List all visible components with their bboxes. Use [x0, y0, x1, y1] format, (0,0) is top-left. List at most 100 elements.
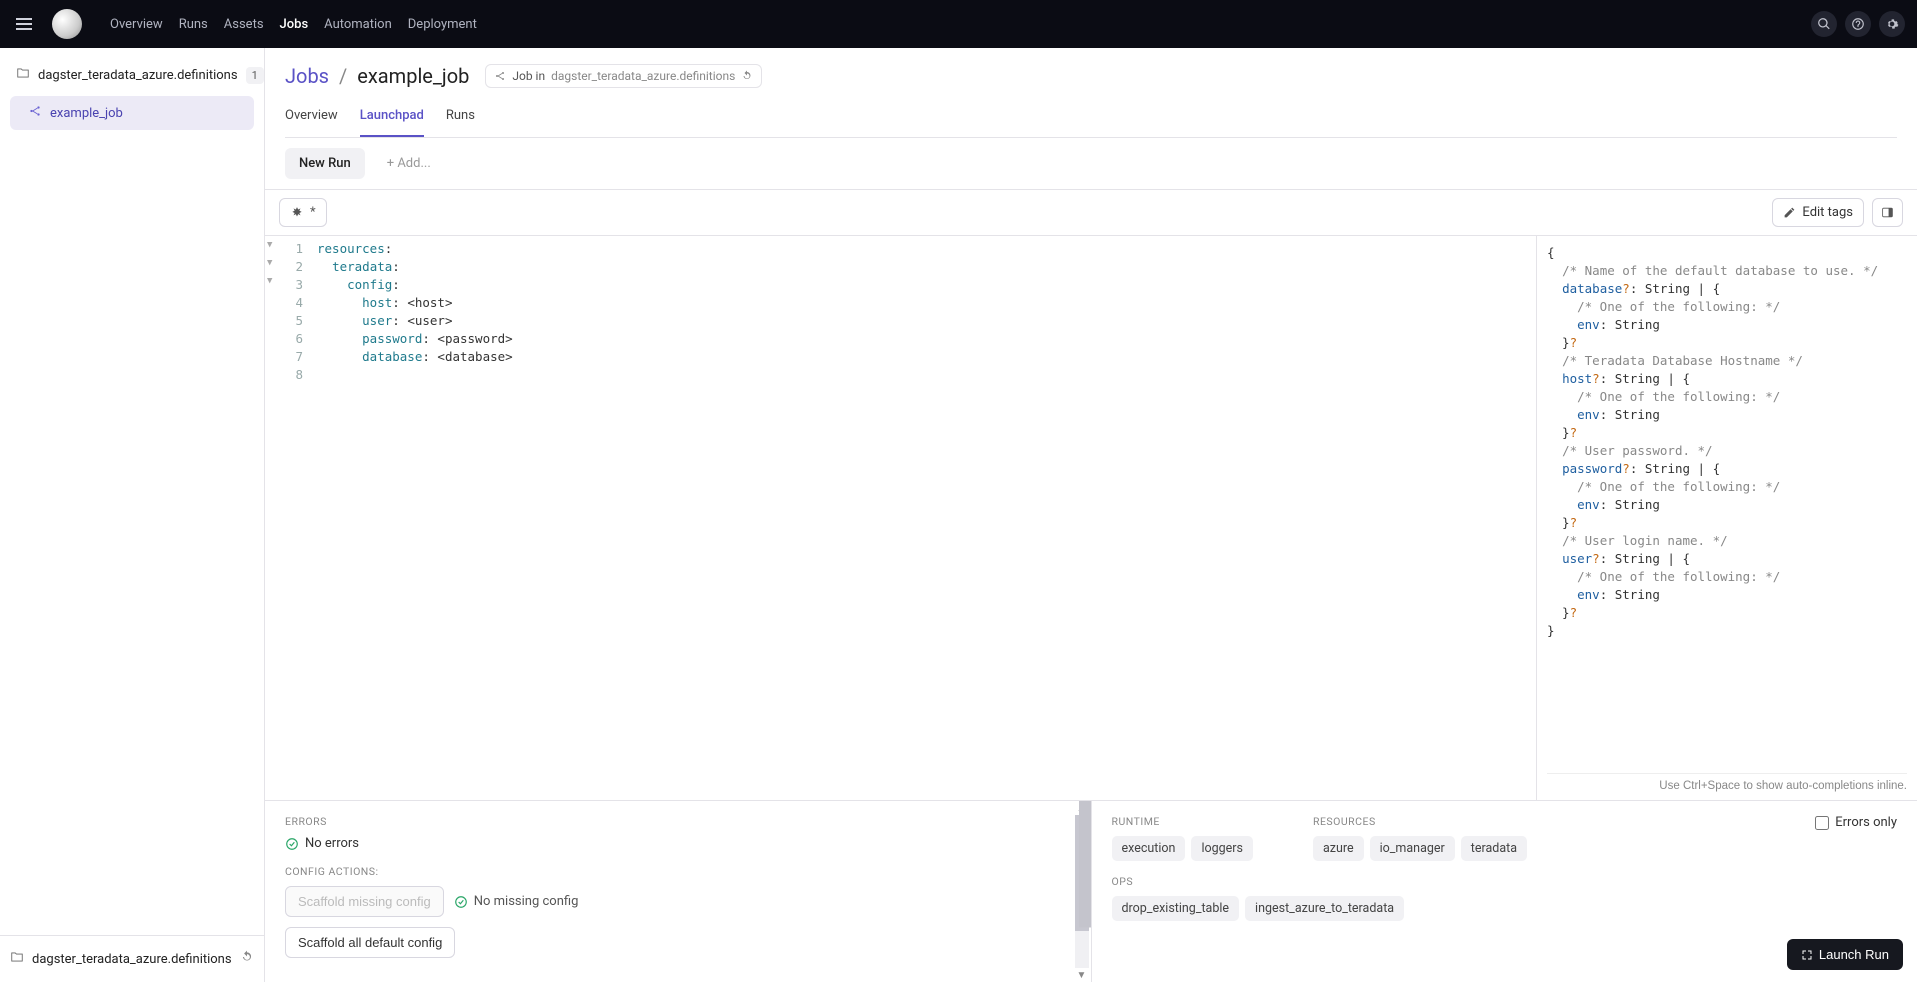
scroll-down-icon[interactable]: ▼ [1075, 968, 1089, 982]
no-missing-text: No missing config [474, 894, 579, 909]
tag-io-manager[interactable]: io_manager [1370, 836, 1455, 861]
help-icon[interactable] [1845, 11, 1871, 37]
refresh-icon [741, 70, 753, 82]
check-circle-icon [454, 895, 468, 909]
edit-tags-button[interactable]: Edit tags [1772, 198, 1864, 227]
config-dropdown[interactable]: * [279, 198, 327, 227]
subtab-new-run[interactable]: New Run [285, 148, 365, 179]
page-header: Jobs / example_job Job in dagster_terada… [265, 48, 1917, 138]
panel-toggle-button[interactable] [1872, 198, 1903, 227]
breadcrumb: Jobs / example_job Job in dagster_terada… [285, 64, 1897, 88]
top-nav: Overview Runs Assets Jobs Automation Dep… [110, 13, 477, 36]
folder-icon [16, 66, 30, 84]
header-right [1811, 11, 1905, 37]
job-location-pill[interactable]: Job in dagster_teradata_azure.definition… [485, 64, 762, 88]
refresh-icon[interactable] [240, 950, 254, 968]
runtime-col: RUNTIME execution loggers [1112, 815, 1253, 875]
app-header: Overview Runs Assets Jobs Automation Dep… [0, 0, 1917, 48]
resources-col: RESOURCES azure io_manager teradata [1313, 815, 1527, 875]
content: Jobs / example_job Job in dagster_terada… [265, 48, 1917, 982]
scaffold-missing-button: Scaffold missing config [285, 886, 444, 917]
panel-scrollbar[interactable]: ▲ ▼ [1075, 801, 1089, 982]
sidebar-footer[interactable]: dagster_teradata_azure.definitions [0, 935, 264, 982]
no-errors-text: No errors [305, 836, 359, 851]
menu-icon[interactable] [12, 12, 36, 36]
sidebar-job[interactable]: example_job [10, 96, 254, 130]
nav-runs[interactable]: Runs [179, 13, 208, 36]
sidebar-job-name: example_job [50, 106, 123, 121]
ops-label: OPS [1112, 875, 1898, 888]
nav-jobs[interactable]: Jobs [280, 13, 309, 36]
footer-folder-name: dagster_teradata_azure.definitions [32, 952, 232, 967]
config-star: * [310, 205, 316, 220]
job-icon [28, 104, 42, 122]
check-circle-icon [285, 837, 299, 851]
launch-label: Launch Run [1819, 947, 1889, 962]
bottom-panel: ERRORS No errors CONFIG ACTIONS: Scaffol… [265, 801, 1917, 982]
breadcrumb-sep: / [339, 64, 347, 88]
scroll-track[interactable] [1075, 815, 1089, 968]
fold-icon[interactable]: ▼ [267, 240, 272, 250]
errors-only-checkbox[interactable] [1815, 816, 1829, 830]
scroll-thumb[interactable] [1075, 815, 1089, 931]
runtime-panel: Errors only RUNTIME execution loggers RE… [1092, 801, 1917, 982]
logo[interactable] [52, 9, 82, 39]
code-editor[interactable]: ▼ ▼ ▼ 12345678 resources: teradata: conf… [265, 236, 1537, 800]
resource-tags: azure io_manager teradata [1313, 836, 1527, 861]
fold-icon[interactable]: ▼ [267, 276, 272, 286]
nav-overview[interactable]: Overview [110, 13, 163, 36]
errors-panel: ERRORS No errors CONFIG ACTIONS: Scaffol… [265, 801, 1092, 982]
runtime-label: RUNTIME [1112, 815, 1253, 828]
pencil-icon [1783, 206, 1796, 219]
tab-runs[interactable]: Runs [446, 108, 475, 137]
schema-body: { /* Name of the default database to use… [1547, 244, 1907, 773]
tab-overview[interactable]: Overview [285, 108, 338, 137]
tag-execution[interactable]: execution [1112, 836, 1186, 861]
tab-launchpad[interactable]: Launchpad [360, 108, 424, 137]
tag-teradata[interactable]: teradata [1461, 836, 1527, 861]
breadcrumb-current: example_job [357, 64, 469, 88]
sidebar-top: dagster_teradata_azure.definitions 1 exa… [0, 48, 264, 935]
folder-name: dagster_teradata_azure.definitions [38, 68, 238, 83]
config-actions-row2: Scaffold all default config [285, 927, 1071, 958]
search-icon[interactable] [1811, 11, 1837, 37]
scroll-up-icon[interactable]: ▲ [1075, 801, 1089, 815]
schema-pane: { /* Name of the default database to use… [1537, 236, 1917, 800]
job-icon [494, 70, 506, 82]
settings-icon[interactable] [1879, 11, 1905, 37]
ops-tags: drop_existing_table ingest_azure_to_tera… [1112, 896, 1898, 921]
no-missing-hint: No missing config [454, 894, 579, 909]
tag-drop-existing-table[interactable]: drop_existing_table [1112, 896, 1240, 921]
fold-icon[interactable]: ▼ [267, 258, 272, 268]
launch-run-button[interactable]: Launch Run [1787, 939, 1903, 970]
errors-only-label: Errors only [1835, 815, 1897, 830]
errors-only-toggle[interactable]: Errors only [1815, 815, 1897, 830]
run-tabs: New Run + Add... [265, 138, 1917, 190]
burst-icon [290, 206, 304, 220]
page-tabs: Overview Launchpad Runs [285, 108, 1897, 138]
no-errors-row: No errors [285, 836, 1071, 851]
config-actions-row: Scaffold missing config No missing confi… [285, 886, 1071, 917]
folder-icon [10, 950, 24, 968]
nav-assets[interactable]: Assets [224, 13, 264, 36]
code-lines[interactable]: resources: teradata: config: host: <host… [309, 236, 521, 800]
subtab-add[interactable]: + Add... [373, 148, 445, 179]
nav-automation[interactable]: Automation [324, 13, 392, 36]
scaffold-all-button[interactable]: Scaffold all default config [285, 927, 455, 958]
tag-ingest-azure[interactable]: ingest_azure_to_teradata [1245, 896, 1404, 921]
nav-deployment[interactable]: Deployment [408, 13, 477, 36]
editor-row: ▼ ▼ ▼ 12345678 resources: teradata: conf… [265, 236, 1917, 801]
pill-prefix: Job in [512, 69, 545, 83]
tag-loggers[interactable]: loggers [1191, 836, 1253, 861]
sidebar-folder[interactable]: dagster_teradata_azure.definitions 1 [10, 60, 254, 90]
editor-toolbar: * Edit tags [265, 190, 1917, 236]
tag-azure[interactable]: azure [1313, 836, 1364, 861]
edit-tags-label: Edit tags [1802, 205, 1853, 220]
panel-icon [1881, 206, 1894, 219]
launch-icon [1801, 949, 1813, 961]
schema-hint: Use Ctrl+Space to show auto-completions … [1547, 773, 1907, 792]
breadcrumb-root[interactable]: Jobs [285, 64, 329, 88]
folder-count: 1 [246, 67, 264, 84]
main: dagster_teradata_azure.definitions 1 exa… [0, 48, 1917, 982]
errors-label: ERRORS [285, 815, 1071, 828]
